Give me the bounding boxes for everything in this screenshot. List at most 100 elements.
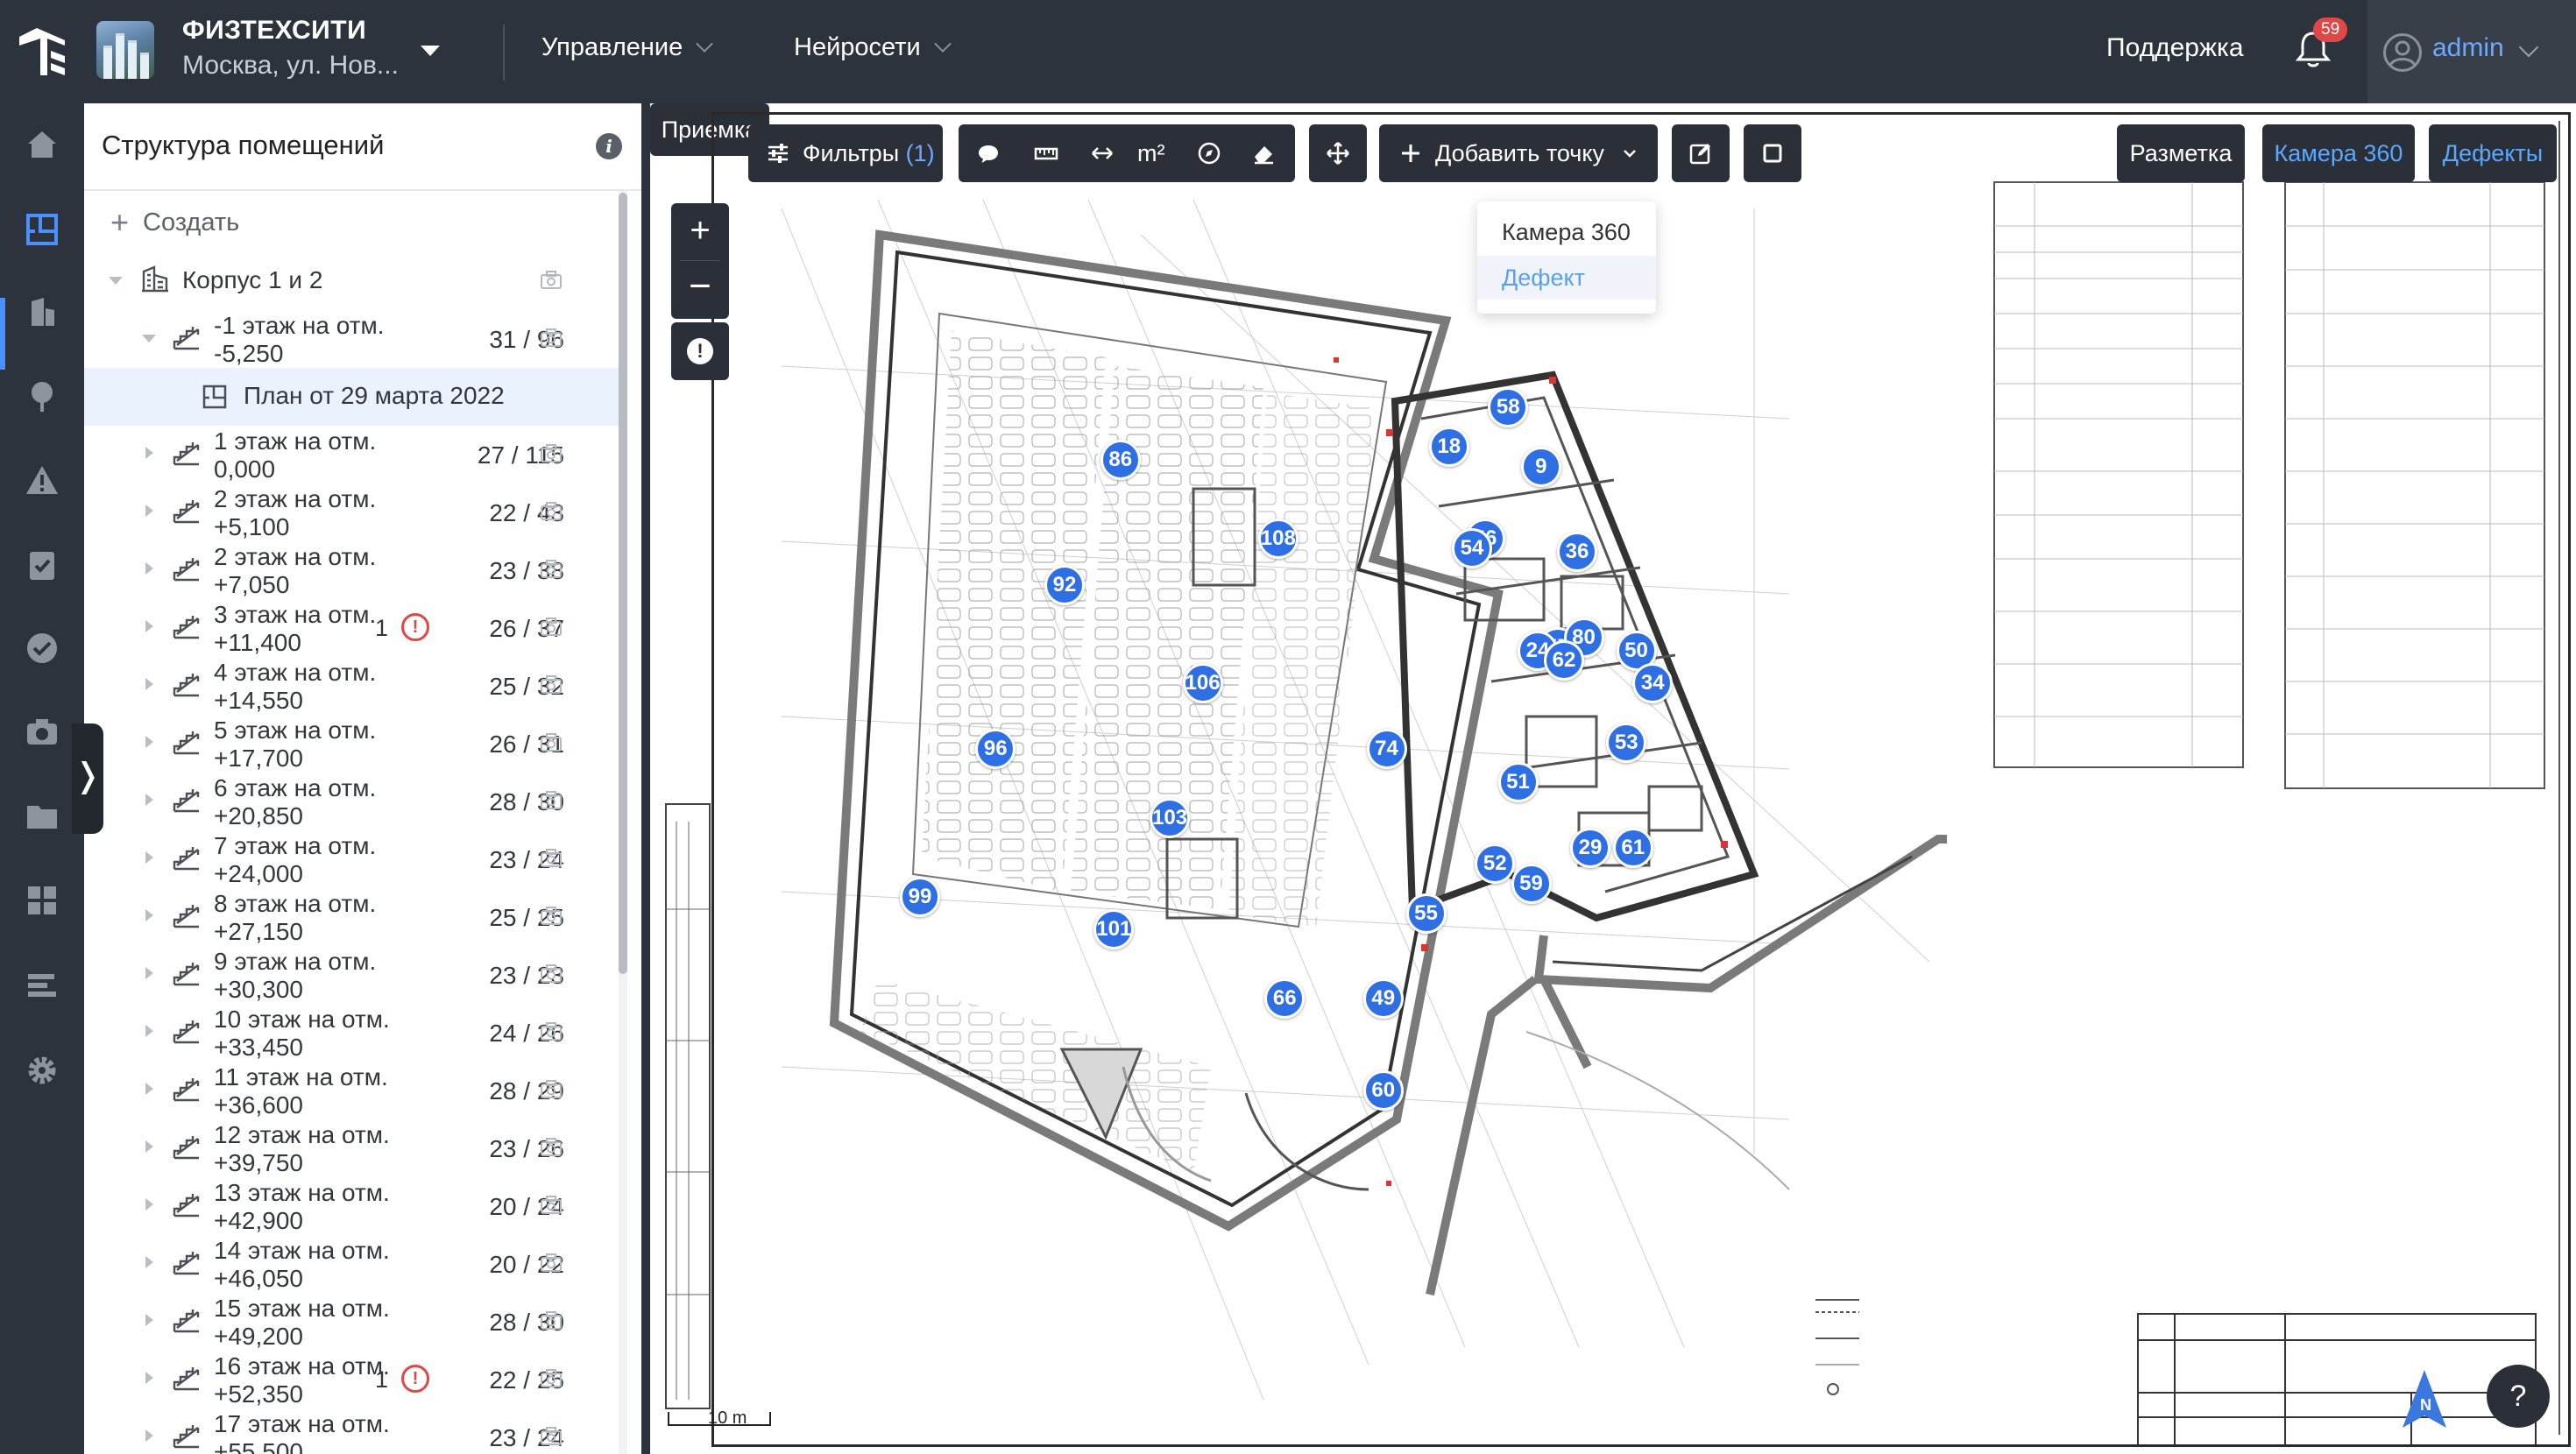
- folder-icon[interactable]: [25, 799, 60, 834]
- tree-item-floor[interactable]: 6 этаж на отм. +20,850 28 / 30: [84, 773, 619, 830]
- defect-marker[interactable]: 34: [1632, 663, 1674, 703]
- expand-caret-icon[interactable]: [145, 562, 153, 575]
- compass-icon[interactable]: [1197, 141, 1221, 166]
- defect-marker[interactable]: 61: [1612, 827, 1653, 868]
- camera-icon[interactable]: [540, 617, 563, 638]
- defect-marker[interactable]: 49: [1362, 978, 1404, 1019]
- tree-item-floor[interactable]: 12 этаж на отм. +39,750 23 / 26: [84, 1119, 619, 1177]
- defect-marker[interactable]: 66: [1264, 978, 1306, 1019]
- expand-caret-icon[interactable]: [145, 1140, 153, 1153]
- camera-icon[interactable]: [540, 906, 563, 927]
- camera-icon[interactable]: [540, 1368, 563, 1389]
- warning-icon[interactable]: !: [401, 1365, 429, 1393]
- add-point-button[interactable]: Добавить точку: [1379, 124, 1658, 182]
- camera-icon[interactable]: [540, 963, 563, 985]
- camera-icon[interactable]: [540, 1079, 563, 1100]
- create-button[interactable]: + Создать: [110, 201, 239, 242]
- warning-icon[interactable]: [25, 462, 60, 498]
- markup-mode-button[interactable]: Разметка: [2117, 124, 2245, 182]
- expand-caret-icon[interactable]: [145, 1256, 153, 1268]
- defect-marker[interactable]: 62: [1544, 639, 1584, 681]
- expand-caret-icon[interactable]: [145, 678, 153, 690]
- zoom-in-button[interactable]: +: [671, 203, 729, 261]
- warning-icon[interactable]: !: [401, 613, 429, 641]
- defect-marker[interactable]: 51: [1497, 761, 1539, 802]
- expand-caret-icon[interactable]: [109, 277, 123, 285]
- defect-marker[interactable]: 96: [975, 729, 1016, 769]
- menu-management[interactable]: Управление: [541, 33, 714, 62]
- tree-item-floor[interactable]: 5 этаж на отм. +17,700 26 / 31: [84, 715, 619, 773]
- expand-sidebar-button[interactable]: ❭: [72, 723, 103, 834]
- defect-marker[interactable]: 36: [1557, 532, 1597, 572]
- camera-icon[interactable]: [540, 732, 563, 753]
- defect-marker[interactable]: 108: [1257, 519, 1299, 559]
- camera-icon[interactable]: [540, 1021, 563, 1042]
- move-button[interactable]: [1309, 124, 1367, 182]
- defect-marker[interactable]: 53: [1606, 722, 1647, 763]
- zoom-out-button[interactable]: −: [671, 261, 729, 319]
- fullscreen-button[interactable]: [1744, 124, 1801, 182]
- camera-icon[interactable]: [540, 674, 563, 695]
- defect-marker[interactable]: 74: [1366, 729, 1407, 769]
- dropdown-item-camera-360[interactable]: Камера 360: [1477, 210, 1656, 254]
- filters-button[interactable]: Фильтры (1): [748, 124, 943, 182]
- project-name[interactable]: ФИЗТЕХСИТИ: [182, 16, 366, 46]
- tree-item-floor[interactable]: 1 этаж на отм. 0,000 27 / 115: [84, 426, 619, 483]
- camera-icon[interactable]: [540, 1253, 563, 1274]
- user-menu[interactable]: admin: [2367, 0, 2576, 103]
- tree-item-floor[interactable]: 16 этаж на отм. +52,350 1! 22 / 25: [84, 1351, 619, 1408]
- floorplan-icon[interactable]: [25, 212, 60, 247]
- tree-item-floor[interactable]: 17 этаж на отм. +55,500 23 / 24: [84, 1408, 619, 1454]
- expand-caret-icon[interactable]: [145, 851, 153, 864]
- tree-item-floor[interactable]: 13 этаж на отм. +42,900 20 / 24: [84, 1177, 619, 1235]
- defect-marker[interactable]: 86: [1100, 440, 1141, 480]
- expand-caret-icon[interactable]: [145, 736, 153, 748]
- expand-caret-icon[interactable]: [145, 967, 153, 979]
- camera-icon[interactable]: [540, 328, 563, 349]
- expand-caret-icon[interactable]: [145, 1025, 153, 1037]
- expand-caret-icon[interactable]: [145, 1314, 153, 1326]
- defect-marker[interactable]: 92: [1044, 564, 1085, 605]
- area-tool-button[interactable]: m²: [1137, 124, 1164, 182]
- camera360-mode-button[interactable]: Камера 360: [2262, 124, 2415, 182]
- camera-icon[interactable]: [540, 443, 563, 464]
- expand-caret-icon[interactable]: [145, 447, 153, 459]
- camera-icon[interactable]: [540, 790, 563, 811]
- expand-caret-icon[interactable]: [145, 794, 153, 806]
- tree-item-floor[interactable]: 11 этаж на отм. +36,600 28 / 29: [84, 1062, 619, 1119]
- defect-marker[interactable]: 60: [1362, 1070, 1404, 1111]
- tree-item-plan[interactable]: План от 29 марта 2022: [84, 368, 619, 426]
- defect-marker[interactable]: 59: [1511, 863, 1552, 904]
- tree-item-building[interactable]: Корпус 1 и 2: [84, 252, 619, 310]
- camera-icon[interactable]: [540, 848, 563, 869]
- defect-marker[interactable]: 99: [900, 876, 940, 917]
- camera-icon[interactable]: [25, 715, 60, 750]
- camera-icon[interactable]: [540, 559, 563, 580]
- grid-icon[interactable]: [25, 883, 60, 918]
- tree-icon[interactable]: [25, 378, 60, 413]
- eraser-icon[interactable]: [1251, 141, 1276, 166]
- camera-icon[interactable]: [540, 501, 563, 522]
- expand-caret-icon[interactable]: [145, 1372, 153, 1384]
- comment-icon[interactable]: [976, 141, 1001, 166]
- alert-button[interactable]: !: [671, 322, 729, 380]
- camera-icon[interactable]: [540, 1310, 563, 1331]
- camera-icon[interactable]: [540, 1195, 563, 1216]
- plan-viewer[interactable]: 5818986565436108925780246250106349674531…: [650, 103, 2576, 1454]
- list-icon[interactable]: [25, 967, 60, 1002]
- tree-item-floor[interactable]: 14 этаж на отм. +46,050 20 / 22: [84, 1235, 619, 1293]
- expand-caret-icon[interactable]: [145, 909, 153, 921]
- support-link[interactable]: Поддержка: [2106, 33, 2244, 63]
- defect-marker[interactable]: 9: [1520, 446, 1561, 487]
- building-icon[interactable]: [25, 294, 60, 329]
- home-icon[interactable]: [25, 126, 60, 161]
- project-thumbnail[interactable]: [96, 21, 154, 79]
- expand-caret-icon[interactable]: [142, 335, 156, 342]
- tree-item-floor[interactable]: 2 этаж на отм. +7,050 23 / 38: [84, 541, 619, 599]
- dropdown-item-defect[interactable]: Дефект: [1477, 256, 1656, 300]
- brand-logo-icon[interactable]: [16, 25, 68, 77]
- defect-marker[interactable]: 18: [1428, 427, 1469, 467]
- tree-item-floor[interactable]: -1 этаж на отм. -5,250 31 / 96: [84, 310, 619, 368]
- tree-item-floor[interactable]: 9 этаж на отм. +30,300 23 / 23: [84, 946, 619, 1004]
- clipboard-check-icon[interactable]: [25, 547, 60, 582]
